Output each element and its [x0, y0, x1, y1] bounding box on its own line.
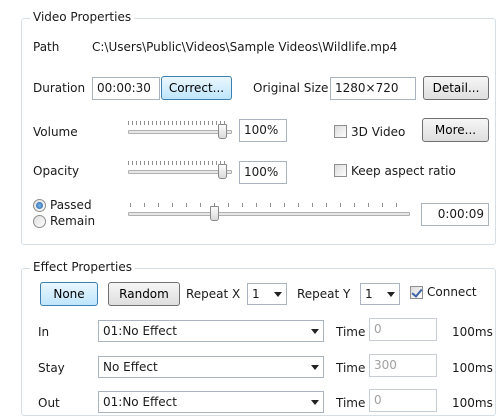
remain-label: Remain: [50, 214, 96, 228]
chevron-down-icon: [387, 292, 395, 297]
out-effect-select[interactable]: 01:No Effect: [98, 391, 324, 413]
effect-properties-title: Effect Properties: [30, 260, 135, 274]
stay-effect-value: No Effect: [103, 360, 158, 374]
repeat-x-value: 1: [252, 287, 260, 301]
keep-aspect-ratio-checkbox[interactable]: [334, 164, 347, 177]
repeat-y-select[interactable]: 1: [360, 283, 400, 305]
stay-time-field[interactable]: 300: [369, 354, 437, 377]
position-slider-thumb[interactable]: [209, 206, 219, 221]
repeat-y-label: Repeat Y: [297, 287, 351, 301]
in-effect-select[interactable]: 01:No Effect: [98, 320, 324, 342]
volume-label: Volume: [33, 125, 78, 139]
correct-button[interactable]: Correct...: [161, 76, 232, 100]
chevron-down-icon: [311, 400, 319, 405]
passed-radio[interactable]: [33, 199, 46, 212]
out-time-label: Time: [336, 396, 366, 410]
stay-time-label: Time: [336, 361, 366, 375]
volume-value-field[interactable]: 100%: [239, 119, 287, 142]
out-effect-value: 01:No Effect: [103, 395, 177, 409]
effect-row-label-out: Out: [38, 396, 60, 410]
repeat-y-value: 1: [365, 287, 373, 301]
stay-time-unit: 100ms: [452, 361, 493, 375]
opacity-value-field[interactable]: 100%: [239, 161, 287, 184]
connect-label: Connect: [427, 285, 477, 299]
stay-effect-select[interactable]: No Effect: [98, 356, 324, 378]
three-d-video-checkbox[interactable]: [334, 125, 347, 138]
in-effect-value: 01:No Effect: [103, 324, 177, 338]
effect-none-button[interactable]: None: [40, 282, 98, 306]
volume-slider[interactable]: [128, 130, 232, 134]
in-time-field[interactable]: 0: [369, 318, 437, 341]
path-value: C:\Users\Public\Videos\Sample Videos\Wil…: [92, 40, 398, 54]
opacity-label: Opacity: [33, 164, 80, 178]
opacity-slider-thumb[interactable]: [218, 164, 227, 179]
volume-slider-thumb[interactable]: [218, 124, 227, 139]
original-size-field[interactable]: 1280×720: [330, 77, 416, 100]
path-label: Path: [33, 40, 60, 54]
effect-row-label-stay: Stay: [38, 361, 65, 375]
chevron-down-icon: [311, 365, 319, 370]
opacity-slider-ticks: [128, 161, 228, 165]
position-slider[interactable]: [128, 212, 410, 216]
in-time-label: Time: [336, 325, 366, 339]
duration-field[interactable]: 00:00:30: [92, 77, 160, 100]
keep-aspect-ratio-label: Keep aspect ratio: [351, 164, 456, 178]
opacity-slider[interactable]: [128, 170, 232, 174]
volume-slider-ticks: [128, 121, 228, 125]
repeat-x-label: Repeat X: [186, 287, 241, 301]
passed-label: Passed: [50, 198, 92, 212]
out-time-unit: 100ms: [452, 396, 493, 410]
repeat-x-select[interactable]: 1: [247, 283, 287, 305]
effect-random-button[interactable]: Random: [108, 282, 180, 306]
chevron-down-icon: [311, 329, 319, 334]
video-properties-title: Video Properties: [30, 10, 135, 24]
original-size-label: Original Size: [253, 81, 329, 95]
detail-button[interactable]: Detail...: [423, 76, 489, 100]
position-time-field[interactable]: 0:00:09: [421, 203, 489, 226]
position-slider-ticks: [130, 203, 410, 207]
three-d-video-label: 3D Video: [351, 125, 406, 139]
out-time-field[interactable]: 0: [369, 389, 437, 412]
connect-checkbox[interactable]: [410, 286, 423, 299]
more-button[interactable]: More...: [422, 118, 489, 142]
chevron-down-icon: [274, 292, 282, 297]
duration-label: Duration: [33, 81, 86, 95]
remain-radio[interactable]: [33, 215, 46, 228]
in-time-unit: 100ms: [452, 325, 493, 339]
effect-row-label-in: In: [38, 325, 50, 339]
